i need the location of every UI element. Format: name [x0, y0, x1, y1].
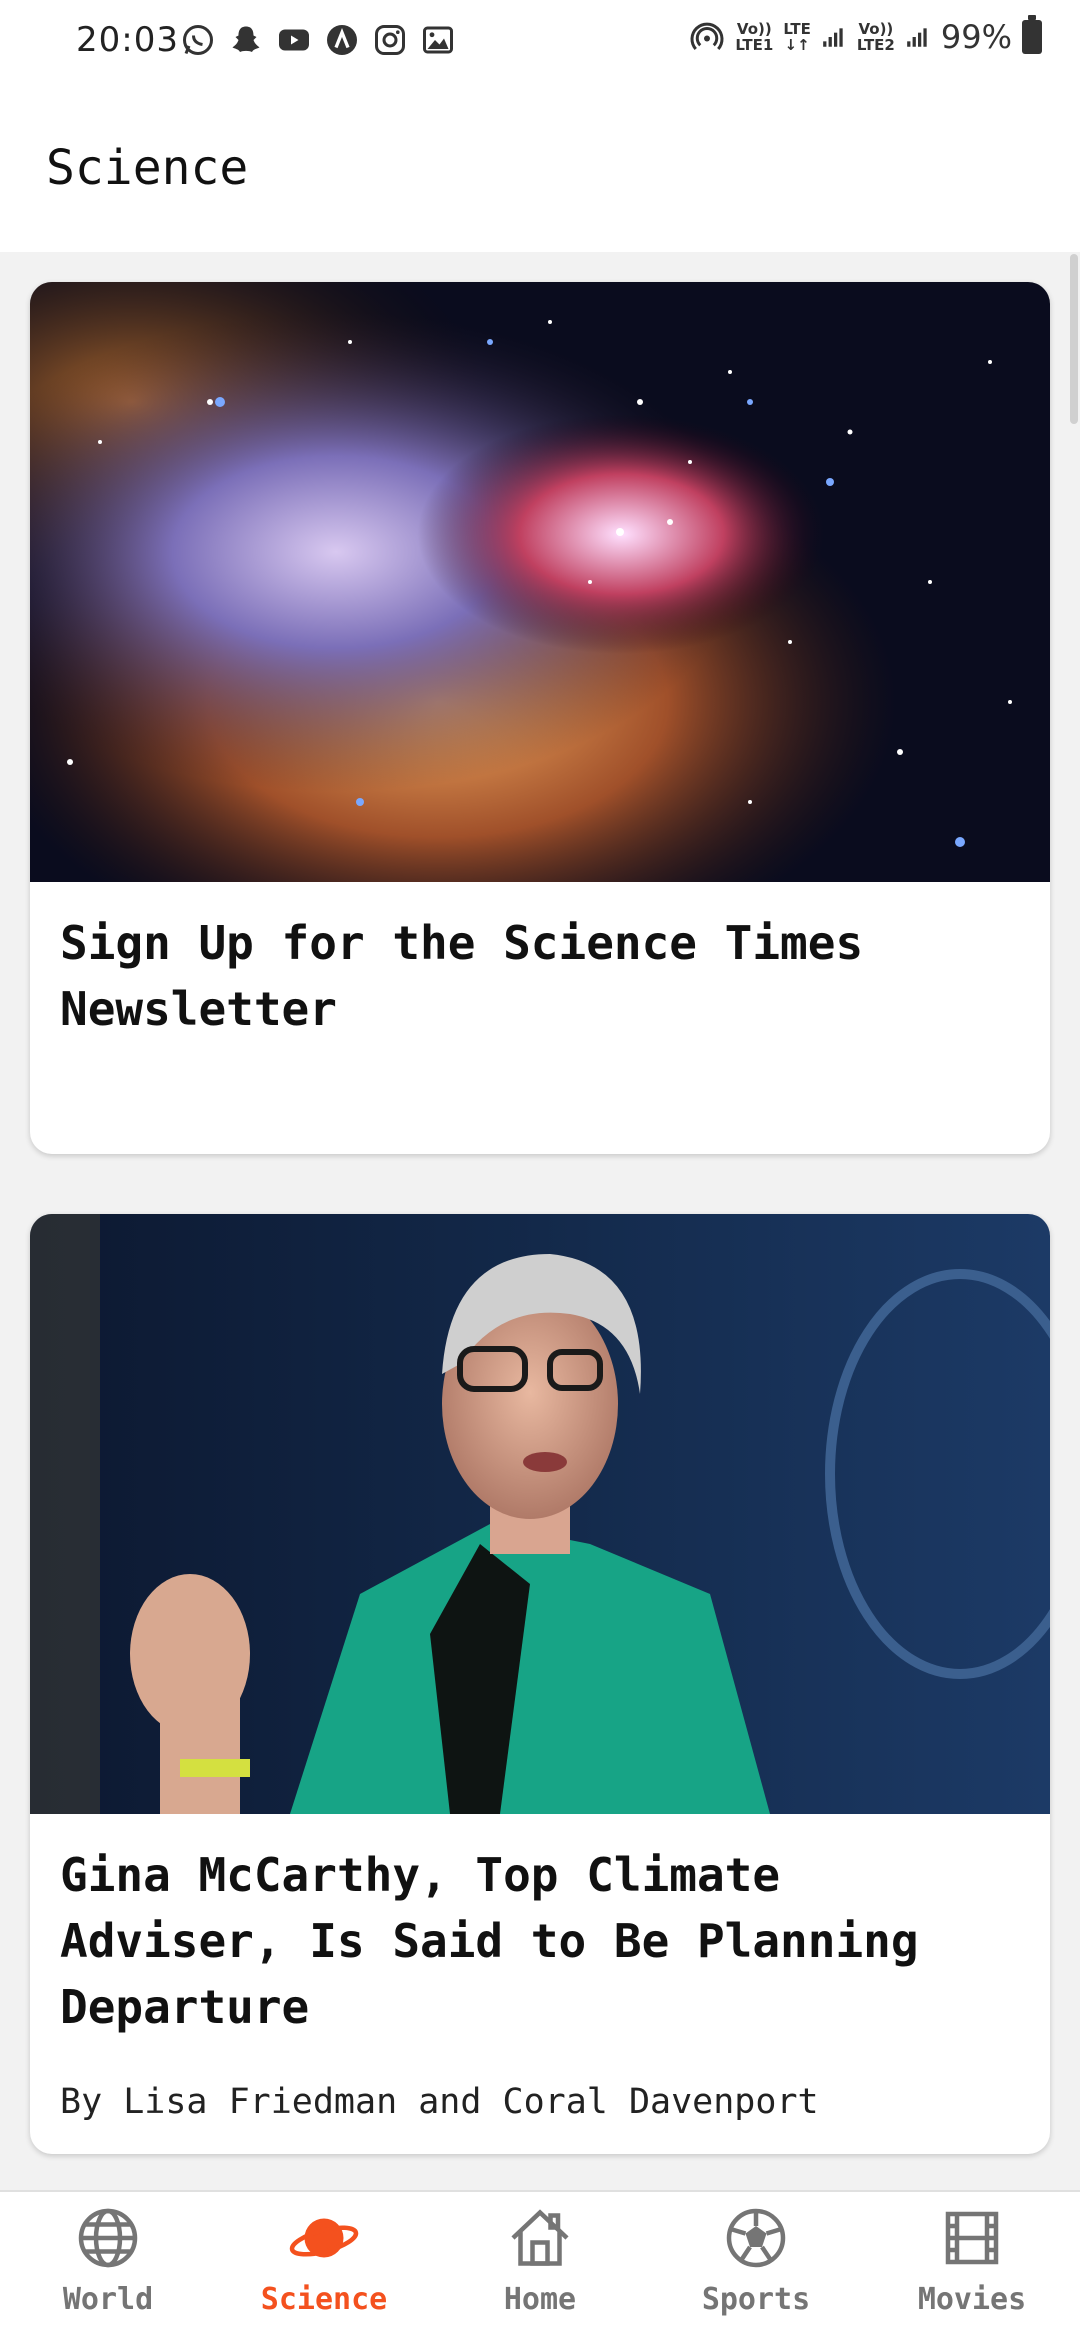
gallery-icon: [423, 26, 453, 54]
battery-percent: 99%: [940, 18, 1012, 56]
status-time: 20:03: [76, 20, 179, 60]
nav-label: Movies: [917, 2282, 1027, 2317]
page-title: Science: [46, 140, 249, 196]
home-icon: [511, 2209, 569, 2266]
soccer-ball-icon: [726, 2208, 786, 2268]
nav-item-world[interactable]: World: [0, 2192, 216, 2340]
scrollbar-thumb[interactable]: [1070, 254, 1078, 424]
article-image[interactable]: [30, 1214, 1050, 1814]
snapchat-icon: [232, 26, 260, 52]
signal-icon: [907, 28, 927, 47]
whatsapp-icon: [183, 25, 213, 55]
battery-icon: [1022, 15, 1042, 54]
article-feed[interactable]: Sign Up for the Science Times Newsletter: [0, 252, 1080, 2190]
nav-item-home[interactable]: Home: [432, 2192, 648, 2340]
nav-item-movies[interactable]: Movies: [864, 2192, 1080, 2340]
article-byline: By Lisa Friedman and Coral Davenport: [60, 2082, 819, 2122]
speaker-photo: [30, 1214, 1050, 1814]
bottom-navigation: World Science Home Sports Movies: [0, 2190, 1080, 2340]
sim2-label: Vo)) LTE2: [856, 20, 895, 54]
planet-icon: [289, 2218, 359, 2258]
film-icon: [945, 2211, 999, 2265]
youtube-icon: [279, 29, 309, 51]
nav-label: Sports: [701, 2282, 811, 2317]
instagram-icon: [375, 25, 405, 55]
sim1-label: Vo)) LTE1: [735, 20, 774, 54]
nav-label: World: [62, 2282, 154, 2317]
notification-icons: [180, 22, 456, 58]
status-bar: 20:03 Vo)) LTE1 LTE ↓↑ Vo)) LTE2 99%: [0, 0, 1080, 84]
article-headline[interactable]: Gina McCarthy, Top Climate Adviser, Is S…: [60, 1842, 1020, 2040]
article-card[interactable]: Sign Up for the Science Times Newsletter: [30, 282, 1050, 1154]
nav-label: Home: [503, 2282, 577, 2317]
globe-icon: [78, 2208, 138, 2268]
signal-icon: [823, 28, 843, 47]
nav-item-sports[interactable]: Sports: [648, 2192, 864, 2340]
nav-label: Science: [260, 2282, 388, 2317]
article-headline[interactable]: Sign Up for the Science Times Newsletter: [60, 910, 1020, 1042]
article-image[interactable]: [30, 282, 1050, 882]
nav-item-science[interactable]: Science: [216, 2192, 432, 2340]
scrollbar[interactable]: [1068, 252, 1080, 2190]
app-bar: Science: [0, 84, 1080, 252]
app-a-icon: [327, 25, 357, 55]
hotspot-icon: [690, 22, 724, 50]
nebula-photo: [30, 282, 1050, 882]
system-status: Vo)) LTE1 LTE ↓↑ Vo)) LTE2 99%: [689, 15, 1042, 56]
article-card[interactable]: Gina McCarthy, Top Climate Adviser, Is S…: [30, 1214, 1050, 2154]
lte-label: LTE ↓↑: [783, 20, 811, 54]
